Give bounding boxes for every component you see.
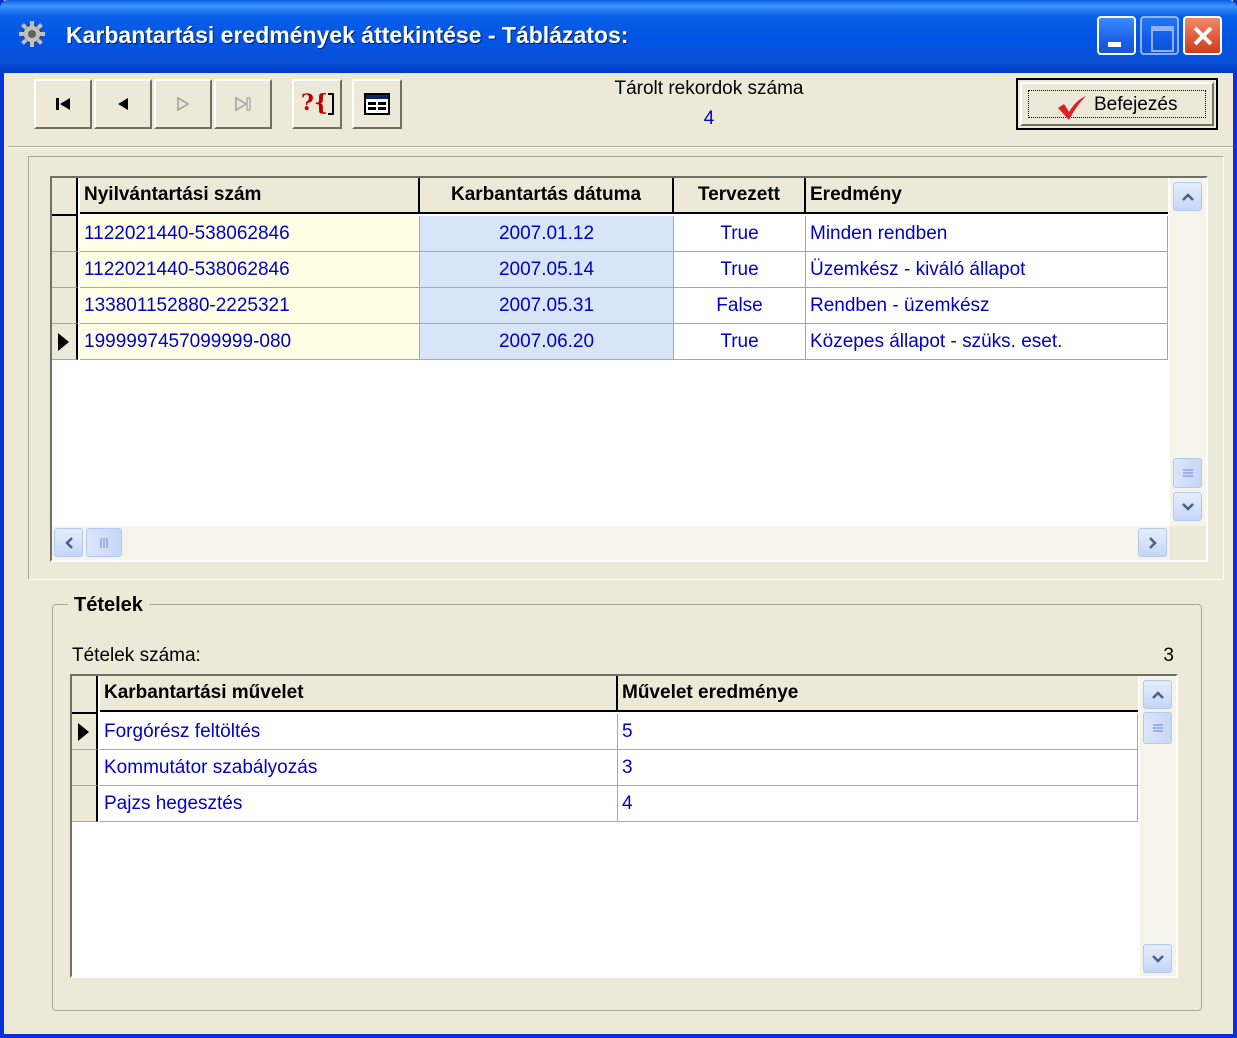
scroll-down-button[interactable]	[1143, 944, 1172, 973]
column-header-result[interactable]: Eredmény	[806, 178, 1168, 214]
table-cell-planned[interactable]: True	[674, 324, 806, 360]
table-cell-operation-result[interactable]: 3	[618, 750, 1138, 786]
maintenance-grid[interactable]: Nyilvántartási szám Karbantartás dátuma …	[50, 176, 1208, 562]
items-grid[interactable]: Karbantartási művelet Művelet eredménye …	[70, 674, 1178, 978]
scroll-thumb[interactable]	[86, 528, 122, 557]
scroll-up-button[interactable]	[1173, 182, 1202, 211]
column-header-operation-result[interactable]: Művelet eredménye	[618, 676, 1138, 712]
column-header-date[interactable]: Karbantartás dátuma	[420, 178, 674, 214]
row-indicator-header	[72, 676, 98, 714]
scrollbar-corner	[1170, 526, 1206, 560]
help-button[interactable]: ?{	[292, 79, 342, 129]
column-header-planned[interactable]: Tervezett	[674, 178, 806, 214]
toolbar-separator	[8, 146, 1233, 148]
table-cell-result[interactable]: Üzemkész - kiváló állapot	[806, 252, 1168, 288]
chevron-up-icon	[1181, 192, 1194, 201]
table-cell-operation-result[interactable]: 5	[618, 714, 1138, 750]
items-count-value: 3	[1163, 645, 1174, 666]
main-grid-vscrollbar[interactable]	[1170, 178, 1206, 526]
scroll-thumb[interactable]	[1173, 458, 1202, 488]
table-cell-planned[interactable]: True	[674, 252, 806, 288]
main-grid-hscrollbar[interactable]	[52, 526, 1170, 560]
prev-record-icon	[118, 98, 128, 110]
table-cell-planned[interactable]: False	[674, 288, 806, 324]
items-grid-vscrollbar[interactable]	[1140, 676, 1176, 976]
first-record-button[interactable]	[34, 79, 92, 129]
current-row-arrow-icon	[78, 722, 89, 741]
row-indicator[interactable]	[72, 786, 98, 822]
table-cell-id[interactable]: 1999997457099999-080	[80, 324, 420, 360]
finish-button[interactable]: Befejezés	[1016, 78, 1218, 130]
prev-record-button[interactable]	[94, 79, 152, 129]
chevron-left-icon	[64, 536, 73, 549]
current-row-arrow-icon	[58, 332, 69, 351]
table-cell-date[interactable]: 2007.01.12	[420, 216, 674, 252]
last-record-button[interactable]	[214, 79, 272, 129]
help-icon: ?{	[301, 90, 329, 116]
scroll-up-button[interactable]	[1143, 680, 1172, 709]
table-cell-result[interactable]: Minden rendben	[806, 216, 1168, 252]
row-indicator[interactable]	[52, 252, 78, 288]
close-icon	[1193, 26, 1213, 46]
table-cell-operation[interactable]: Pajzs hegesztés	[100, 786, 618, 822]
records-count-label: Tárolt rekordok száma	[614, 78, 804, 99]
chevron-down-icon	[1181, 502, 1194, 511]
chevron-right-icon	[1148, 536, 1157, 549]
maximize-button[interactable]	[1140, 16, 1179, 55]
help-bracket	[328, 93, 334, 115]
table-cell-id[interactable]: 1122021440-538062846	[80, 216, 420, 252]
table-cell-id[interactable]: 1122021440-538062846	[80, 252, 420, 288]
window-title: Karbantartási eredmények áttekintése - T…	[66, 22, 629, 48]
finish-label: Befejezés	[1094, 94, 1178, 115]
row-indicator[interactable]	[72, 750, 98, 786]
items-group-title: Tételek	[68, 594, 149, 617]
scroll-thumb[interactable]	[1143, 712, 1172, 744]
table-cell-date[interactable]: 2007.06.20	[420, 324, 674, 360]
items-count-label: Tételek száma:	[72, 645, 201, 666]
row-indicator-current[interactable]	[52, 324, 78, 360]
app-window: Karbantartási eredmények áttekintése - T…	[0, 0, 1237, 1038]
gear-icon	[18, 20, 46, 48]
scroll-right-button[interactable]	[1138, 528, 1167, 557]
table-cell-operation[interactable]: Forgórész feltöltés	[100, 714, 618, 750]
scroll-left-button[interactable]	[54, 528, 83, 557]
table-cell-operation-result[interactable]: 4	[618, 786, 1138, 822]
next-record-button[interactable]	[154, 79, 212, 129]
table-cell-planned[interactable]: True	[674, 216, 806, 252]
row-indicator-header	[52, 178, 78, 216]
grid-view-icon	[364, 93, 390, 115]
table-cell-id[interactable]: 133801152880-2225321	[80, 288, 420, 324]
first-record-icon	[56, 98, 70, 110]
next-record-icon	[177, 96, 190, 112]
chevron-down-icon	[1151, 954, 1164, 963]
records-count-value: 4	[703, 108, 715, 129]
row-indicator[interactable]	[52, 216, 78, 252]
table-cell-date[interactable]: 2007.05.31	[420, 288, 674, 324]
close-button[interactable]	[1183, 16, 1222, 55]
row-indicator[interactable]	[52, 288, 78, 324]
grid-view-button[interactable]	[352, 79, 402, 129]
checkmark-icon	[1058, 96, 1086, 120]
minimize-button[interactable]	[1097, 16, 1136, 55]
column-header-id[interactable]: Nyilvántartási szám	[80, 178, 420, 214]
chevron-up-icon	[1151, 690, 1164, 699]
title-bar[interactable]: Karbantartási eredmények áttekintése - T…	[0, 0, 1237, 73]
column-header-operation[interactable]: Karbantartási művelet	[100, 676, 618, 712]
table-cell-result[interactable]: Rendben - üzemkész	[806, 288, 1168, 324]
last-record-icon	[235, 96, 251, 112]
table-cell-operation[interactable]: Kommutátor szabályozás	[100, 750, 618, 786]
scroll-down-button[interactable]	[1173, 492, 1202, 521]
table-cell-date[interactable]: 2007.05.14	[420, 252, 674, 288]
table-cell-result[interactable]: Közepes állapot - szüks. eset.	[806, 324, 1168, 360]
row-indicator-current[interactable]	[72, 714, 98, 750]
